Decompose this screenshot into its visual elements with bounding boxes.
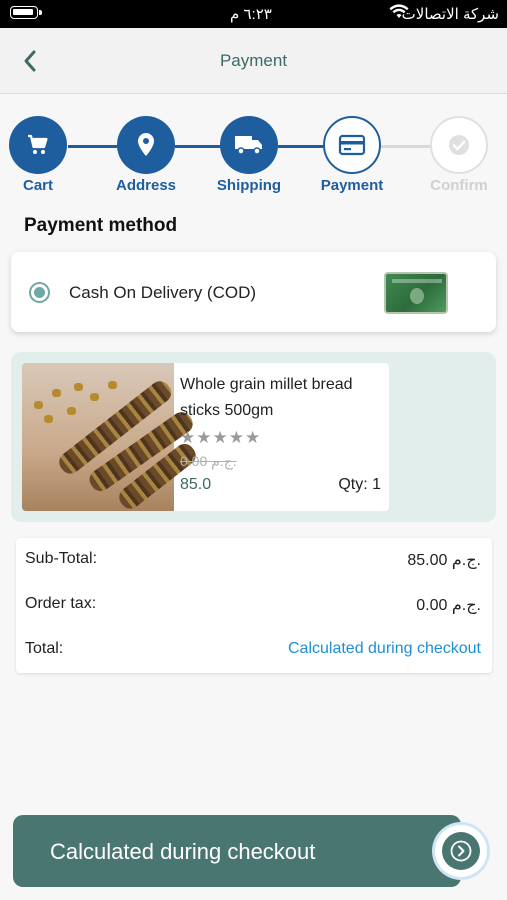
total-label: Total: bbox=[25, 640, 64, 657]
product-name: Whole grain millet bread sticks 500gm bbox=[180, 376, 353, 419]
battery-icon bbox=[10, 6, 42, 19]
step-label: Confirm bbox=[430, 177, 488, 194]
step-cart[interactable]: Cart bbox=[0, 110, 88, 194]
check-circle-icon bbox=[449, 135, 469, 155]
cart-items-panel: Whole grain millet bread sticks 500gm ★★… bbox=[11, 352, 496, 522]
location-pin-icon bbox=[138, 133, 154, 156]
step-address[interactable]: Address bbox=[96, 110, 196, 194]
step-confirm: Confirm bbox=[409, 110, 507, 194]
cart-icon bbox=[28, 134, 48, 154]
step-label: Payment bbox=[320, 177, 384, 194]
step-label: Address bbox=[115, 177, 177, 194]
subtotal-row: Sub-Total: 85.00 ج.م. bbox=[16, 550, 492, 574]
step-payment[interactable]: Payment bbox=[302, 110, 402, 194]
credit-card-icon bbox=[338, 134, 366, 156]
step-shipping[interactable]: Shipping bbox=[199, 110, 299, 194]
chevron-right-icon bbox=[450, 840, 472, 862]
step-label: Shipping bbox=[216, 177, 282, 194]
product-old-price: 0.00 ج.م. bbox=[180, 453, 237, 469]
total-row: Total: Calculated during checkout bbox=[16, 640, 492, 664]
payment-method-title: Payment method bbox=[24, 215, 178, 236]
subtotal-label: Sub-Total: bbox=[25, 550, 98, 567]
app-header: Payment bbox=[0, 28, 507, 94]
subtotal-value: 85.00 ج.م. bbox=[407, 552, 481, 569]
status-bar: ٦:٢٣ م شركة الاتصالات bbox=[0, 0, 507, 28]
checkout-stepper: Cart Address Shipping Payment Confirm bbox=[0, 110, 507, 205]
checkout-button-label: Calculated during checkout bbox=[50, 839, 316, 864]
payment-option-label: Cash On Delivery (COD) bbox=[69, 283, 257, 302]
step-label: Cart bbox=[22, 177, 53, 194]
carrier-name: شركة الاتصالات bbox=[401, 6, 499, 23]
truck-icon bbox=[235, 136, 262, 155]
radio-selected-icon[interactable] bbox=[29, 282, 50, 303]
page-title: Payment bbox=[219, 51, 288, 70]
checkout-button[interactable]: Calculated during checkout bbox=[13, 815, 461, 887]
status-time: ٦:٢٣ م bbox=[230, 6, 272, 23]
payment-option-cod[interactable]: Cash On Delivery (COD) bbox=[11, 252, 496, 332]
tax-label: Order tax: bbox=[25, 595, 97, 612]
product-image bbox=[22, 363, 200, 511]
next-button[interactable] bbox=[435, 825, 487, 877]
rating-stars: ★★★★★ bbox=[180, 428, 262, 447]
tax-row: Order tax: 0.00 ج.م. bbox=[16, 595, 492, 619]
total-value: Calculated during checkout bbox=[287, 640, 481, 657]
cash-card-icon bbox=[384, 272, 448, 314]
product-card[interactable]: Whole grain millet bread sticks 500gm ★★… bbox=[22, 363, 389, 511]
product-price: 85.0 bbox=[180, 476, 212, 493]
tax-value: 0.00 ج.م. bbox=[416, 597, 481, 614]
order-summary: Sub-Total: 85.00 ج.م. Order tax: 0.00 ج.… bbox=[16, 538, 492, 673]
product-qty: Qty: 1 bbox=[338, 476, 381, 493]
